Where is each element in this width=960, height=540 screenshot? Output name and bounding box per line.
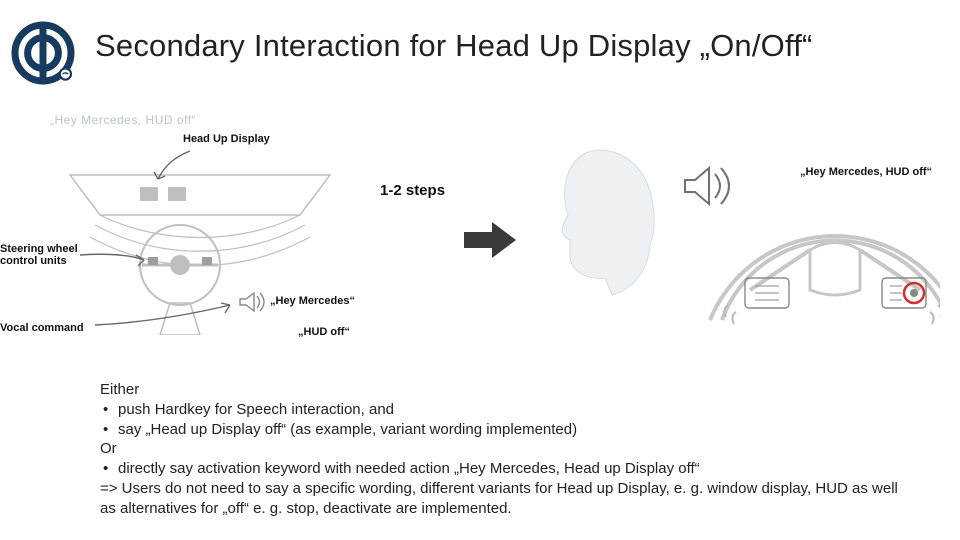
- logo-icon: [8, 18, 78, 88]
- body-or: Or: [100, 439, 900, 459]
- watermark-text: „Hey Mercedes, HUD off“: [50, 113, 196, 127]
- body-conclusion: => Users do not need to say a specific w…: [100, 479, 900, 519]
- body-bullet-3: directly say activation keyword with nee…: [100, 459, 900, 479]
- label-vocal-command: Vocal command: [0, 322, 84, 334]
- label-hud: Head Up Display: [183, 133, 270, 145]
- voice-interaction-sketch: [540, 130, 940, 350]
- body-bullet-2: say „Head up Display off“ (as example, v…: [100, 420, 900, 440]
- slide-title: Secondary Interaction for Head Up Displa…: [95, 28, 813, 64]
- body-text: Either push Hardkey for Speech interacti…: [100, 380, 900, 519]
- label-steps: 1-2 steps: [380, 182, 445, 199]
- label-voice-command-full: „Hey Mercedes, HUD off“: [800, 166, 932, 178]
- body-either: Either: [100, 380, 900, 400]
- label-steering-units: Steering wheel control units: [0, 243, 80, 267]
- label-hey-mercedes: „Hey Mercedes“: [270, 295, 355, 307]
- body-bullet-1: push Hardkey for Speech interaction, and: [100, 400, 900, 420]
- transition-arrow-icon: [462, 218, 518, 262]
- label-hud-off: „HUD off“: [298, 326, 350, 338]
